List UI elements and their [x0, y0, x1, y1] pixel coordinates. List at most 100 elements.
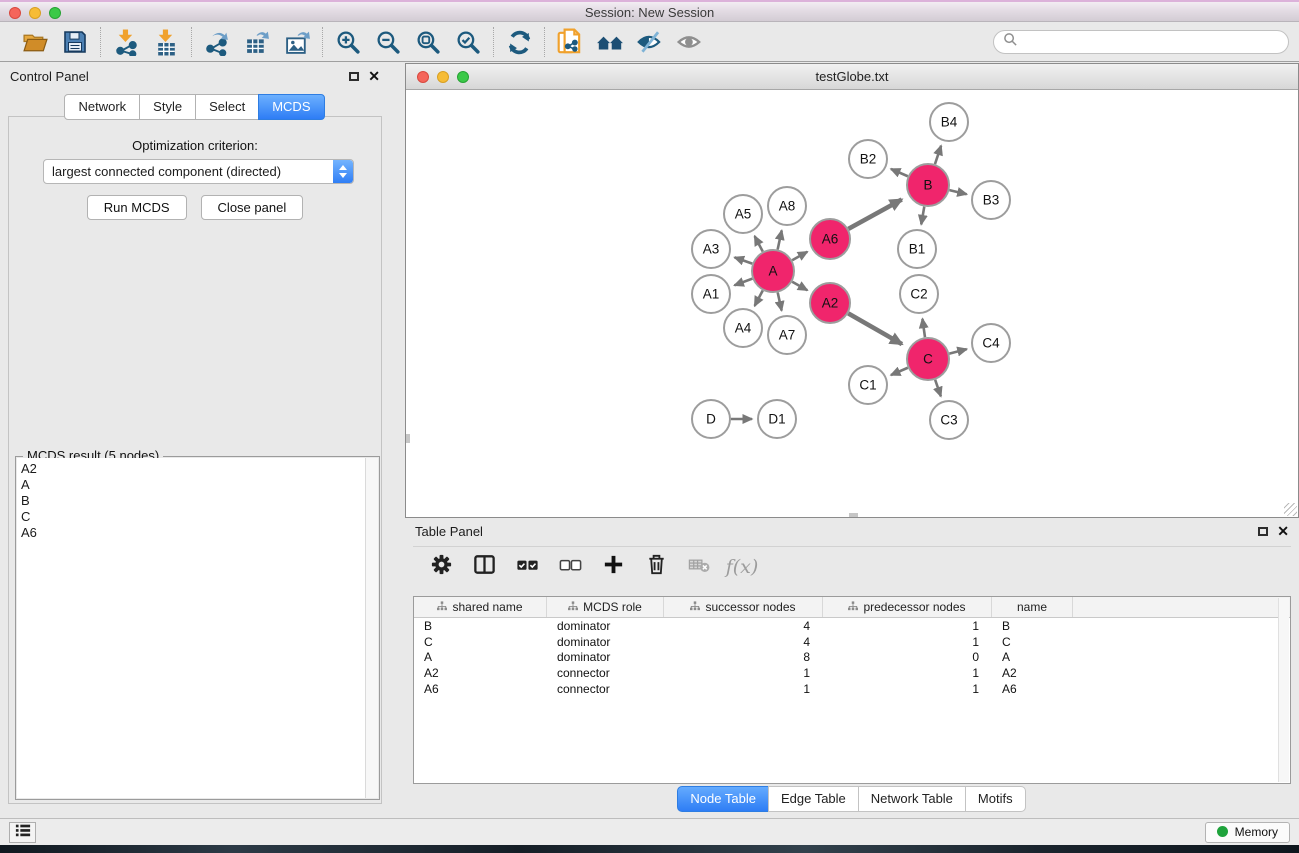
- select-all-button[interactable]: [513, 553, 541, 581]
- tab-select[interactable]: Select: [195, 94, 259, 120]
- result-item-A2[interactable]: A2: [17, 461, 378, 477]
- cell[interactable]: A2: [992, 666, 1073, 680]
- float-table-panel-icon[interactable]: [1258, 527, 1268, 536]
- network-canvas[interactable]: B4B2BB3A8A5A6B1A3AA1C2A2A4A7C4CC1C3DD1: [406, 90, 1298, 517]
- cell[interactable]: A6: [414, 682, 547, 696]
- cell[interactable]: B: [414, 619, 547, 633]
- column-header-successor-nodes[interactable]: successor nodes: [664, 597, 823, 617]
- graph-node-B1[interactable]: B1: [898, 230, 936, 268]
- close-table-panel-icon[interactable]: ✕: [1277, 526, 1289, 536]
- zoom-fit-button[interactable]: [413, 27, 443, 57]
- graph-node-A7[interactable]: A7: [768, 316, 806, 354]
- graph-edge-B-B2[interactable]: [891, 169, 908, 176]
- zoom-selected-button[interactable]: [453, 27, 483, 57]
- cell[interactable]: dominator: [547, 619, 664, 633]
- graph-node-C[interactable]: C: [907, 338, 949, 380]
- cell[interactable]: 4: [664, 635, 823, 649]
- show-graphics-details-button[interactable]: [675, 27, 705, 57]
- table-scrollbar[interactable]: [1278, 598, 1289, 782]
- graph-edge-C-C2[interactable]: [922, 319, 925, 337]
- mcds-result-list[interactable]: A2ABCA6: [17, 458, 378, 798]
- close-panel-icon[interactable]: ✕: [368, 71, 380, 81]
- export-image-button[interactable]: [282, 27, 312, 57]
- resize-grip[interactable]: [1284, 503, 1297, 516]
- graph-edge-B-B1[interactable]: [921, 207, 924, 225]
- cell[interactable]: 1: [823, 619, 992, 633]
- task-history-button[interactable]: [9, 822, 36, 843]
- graph-node-B[interactable]: B: [907, 164, 949, 206]
- cell[interactable]: 1: [823, 635, 992, 649]
- cell[interactable]: C: [992, 635, 1073, 649]
- split-view-button[interactable]: [470, 553, 498, 581]
- close-panel-button[interactable]: Close panel: [201, 195, 304, 220]
- graph-edge-A-A4[interactable]: [755, 290, 763, 305]
- cell[interactable]: 8: [664, 650, 823, 664]
- cell[interactable]: B: [992, 619, 1073, 633]
- graph-edge-A-A7[interactable]: [778, 292, 782, 310]
- graph-node-C1[interactable]: C1: [849, 366, 887, 404]
- function-builder-button[interactable]: f(x): [728, 553, 756, 581]
- table-row-A[interactable]: Adominator80A: [414, 650, 1290, 666]
- delete-table-button[interactable]: [685, 553, 713, 581]
- result-list-scrollbar[interactable]: [365, 458, 378, 798]
- criterion-dropdown[interactable]: largest connected component (directed): [43, 159, 354, 184]
- cell[interactable]: 1: [664, 682, 823, 696]
- zoom-out-button[interactable]: [373, 27, 403, 57]
- graph-node-A8[interactable]: A8: [768, 187, 806, 225]
- graph-edge-A2-C[interactable]: [848, 313, 902, 344]
- graph-node-C3[interactable]: C3: [930, 401, 968, 439]
- result-item-A6[interactable]: A6: [17, 525, 378, 541]
- memory-button[interactable]: Memory: [1205, 822, 1290, 843]
- graph-node-B3[interactable]: B3: [972, 181, 1010, 219]
- cell[interactable]: dominator: [547, 635, 664, 649]
- cell[interactable]: 4: [664, 619, 823, 633]
- open-session-button[interactable]: [20, 27, 50, 57]
- result-item-B[interactable]: B: [17, 493, 378, 509]
- graph-edge-C-C3[interactable]: [935, 380, 941, 397]
- zoom-in-button[interactable]: [333, 27, 363, 57]
- tab-edge-table[interactable]: Edge Table: [768, 786, 859, 812]
- export-table-button[interactable]: [242, 27, 272, 57]
- graph-node-A1[interactable]: A1: [692, 275, 730, 313]
- float-panel-icon[interactable]: [349, 72, 359, 81]
- cell[interactable]: 1: [664, 666, 823, 680]
- graph-node-A5[interactable]: A5: [724, 195, 762, 233]
- search-box[interactable]: [993, 30, 1289, 54]
- tab-mcds[interactable]: MCDS: [258, 94, 324, 120]
- tab-node-table[interactable]: Node Table: [677, 786, 769, 812]
- tab-motifs[interactable]: Motifs: [965, 786, 1026, 812]
- graph-edge-A-A5[interactable]: [755, 236, 763, 251]
- graph-edge-C-C4[interactable]: [949, 349, 966, 353]
- hide-graphics-details-button[interactable]: [635, 27, 665, 57]
- cell[interactable]: A6: [992, 682, 1073, 696]
- graph-edge-A-A2[interactable]: [792, 282, 807, 291]
- column-header-MCDS-role[interactable]: MCDS role: [547, 597, 664, 617]
- graph-node-A3[interactable]: A3: [692, 230, 730, 268]
- graph-edge-B-B3[interactable]: [949, 190, 966, 194]
- column-header-name[interactable]: name: [992, 597, 1073, 617]
- import-table-button[interactable]: [151, 27, 181, 57]
- tab-style[interactable]: Style: [139, 94, 196, 120]
- graph-edge-A6-B[interactable]: [848, 199, 901, 228]
- graph-node-A[interactable]: A: [752, 250, 794, 292]
- tab-network-table[interactable]: Network Table: [858, 786, 966, 812]
- refresh-button[interactable]: [504, 27, 534, 57]
- cell[interactable]: A2: [414, 666, 547, 680]
- result-item-C[interactable]: C: [17, 509, 378, 525]
- graph-node-A4[interactable]: A4: [724, 309, 762, 347]
- graph-node-A2[interactable]: A2: [810, 283, 850, 323]
- run-mcds-button[interactable]: Run MCDS: [87, 195, 187, 220]
- cell[interactable]: 1: [823, 682, 992, 696]
- graph-node-C2[interactable]: C2: [900, 275, 938, 313]
- graph-edge-A-A6[interactable]: [792, 252, 807, 261]
- table-row-B[interactable]: Bdominator41B: [414, 618, 1290, 634]
- cell[interactable]: connector: [547, 666, 664, 680]
- graph-node-C4[interactable]: C4: [972, 324, 1010, 362]
- cell[interactable]: 1: [823, 666, 992, 680]
- column-header-predecessor-nodes[interactable]: predecessor nodes: [823, 597, 992, 617]
- tab-network[interactable]: Network: [64, 94, 140, 120]
- result-item-A[interactable]: A: [17, 477, 378, 493]
- import-network-button[interactable]: [111, 27, 141, 57]
- graph-node-D[interactable]: D: [692, 400, 730, 438]
- cell[interactable]: A: [414, 650, 547, 664]
